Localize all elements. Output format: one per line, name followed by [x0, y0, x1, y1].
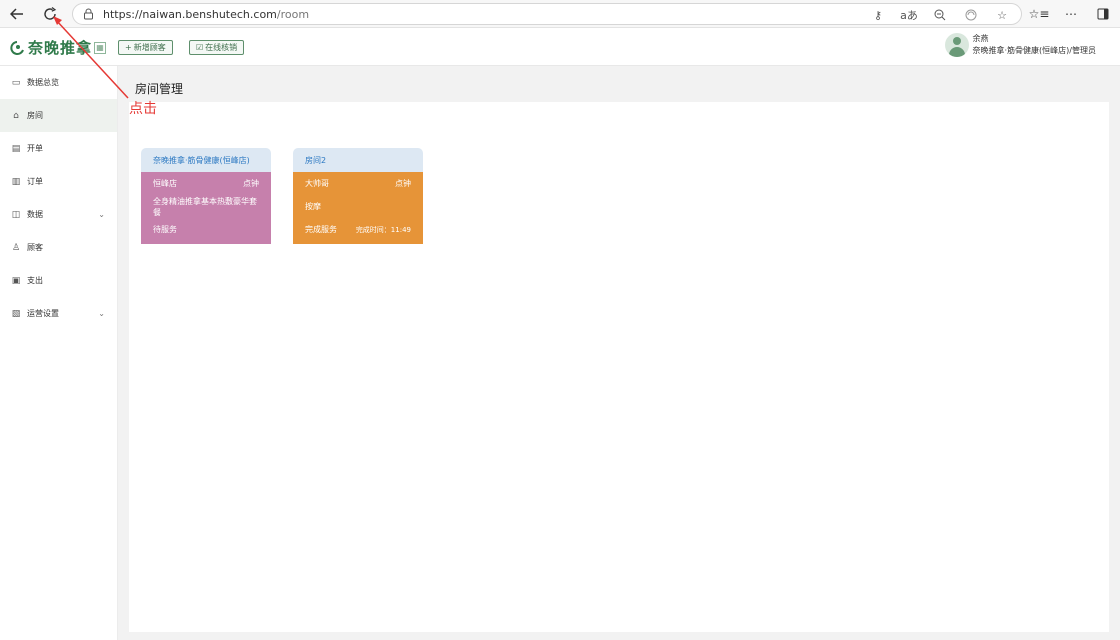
annotation-label: 点击	[129, 101, 157, 117]
annotation-arrow	[53, 16, 129, 99]
